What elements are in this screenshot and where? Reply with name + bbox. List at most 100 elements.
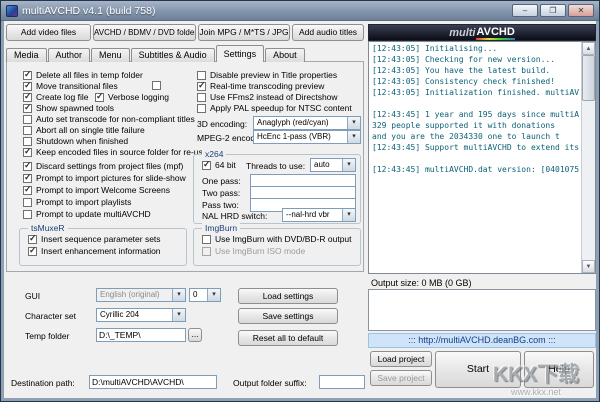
load-project-button[interactable]: Load project: [370, 351, 432, 367]
checkbox-insert-sequence-parameter-sets[interactable]: Insert sequence parameter sets: [28, 233, 161, 244]
checkbox-abort-on-failure[interactable]: Abort all on single title failure: [23, 125, 145, 135]
title-bar[interactable]: multiAVCHD v4.1 (build 758) – ❐ ✕: [1, 1, 599, 21]
log-scrollbar[interactable]: ▲ ▼: [581, 42, 595, 273]
chevron-down-icon[interactable]: ▾: [342, 209, 355, 221]
checkbox-move-transitional-files[interactable]: Move transitional files: [23, 80, 118, 91]
output-suffix-input[interactable]: [319, 375, 365, 389]
3d-encoding-select[interactable]: Anaglyph (red/cyan) ▾: [253, 116, 361, 130]
checkbox-label: Move transitional files: [36, 81, 118, 91]
checkbox-box: [197, 92, 206, 102]
checkbox-box: [28, 233, 37, 244]
checkbox-disable-preview[interactable]: Disable preview in Title properties: [197, 70, 337, 80]
progress-area: [368, 289, 596, 331]
checkbox-label: Prompt to import Welcome Screens: [36, 185, 170, 195]
checkbox-label: Insert sequence parameter sets: [41, 234, 161, 244]
mpeg2-encoder-select[interactable]: HcEnc 1-pass (VBR) ▾: [253, 130, 361, 144]
tab-menu[interactable]: Menu: [91, 48, 130, 62]
checkbox-prompt-import-welcome-screens[interactable]: Prompt to import Welcome Screens: [23, 184, 170, 195]
checkbox-label: Delete all files in temp folder: [36, 70, 143, 80]
checkbox-pal-speedup[interactable]: Apply PAL speedup for NTSC content: [197, 103, 352, 113]
temp-folder-input[interactable]: [96, 328, 186, 342]
checkbox-imgburn-iso-mode: Use ImgBurn ISO mode: [202, 246, 305, 256]
load-settings-button[interactable]: Load settings: [238, 288, 338, 304]
checkbox-label: Insert enhancement information: [41, 246, 161, 256]
save-project-button[interactable]: Save project: [370, 370, 432, 386]
imgburn-group-label: ImgBurn: [202, 223, 241, 233]
temp-folder-browse-button[interactable]: ...: [188, 328, 202, 342]
add-video-files-button[interactable]: Add video files: [6, 24, 91, 41]
log-line: [12:43:05] Checking for new version...: [372, 55, 556, 64]
pass-two-label: Pass two:: [202, 200, 239, 210]
add-audio-titles-button[interactable]: Add audio titles: [292, 24, 364, 41]
checkbox-create-log-file[interactable]: Create log file: [23, 91, 89, 102]
checkbox-box: [23, 160, 32, 171]
checkbox-label: Create log file: [36, 92, 89, 102]
log-line: [12:43:05] Initialising...: [372, 44, 498, 53]
logo-multi-text: multi: [449, 26, 476, 39]
checkbox-box: [197, 80, 206, 91]
maximize-button-icon[interactable]: ❐: [540, 4, 566, 17]
checkbox-prompt-update-multiavchd[interactable]: Prompt to update multiAVCHD: [23, 209, 151, 219]
save-settings-button[interactable]: Save settings: [238, 308, 338, 324]
gui-language-select[interactable]: English (original) ▾: [96, 288, 186, 302]
nal-hrd-select[interactable]: --nal-hrd vbr ▾: [282, 208, 356, 222]
close-button-icon[interactable]: ✕: [568, 4, 594, 17]
tab-media[interactable]: Media: [6, 48, 47, 62]
checkbox-64bit[interactable]: 64 bit: [202, 159, 236, 170]
checkbox-box: [23, 69, 32, 80]
checkbox-discard-project-settings[interactable]: Discard settings from project files (mpf…: [23, 160, 183, 171]
checkbox-label: Show spawned tools: [36, 103, 114, 113]
mpeg2-encoder-value: HcEnc 1-pass (VBR): [257, 132, 331, 141]
chevron-down-icon[interactable]: ▾: [172, 289, 185, 301]
checkbox-keep-encoded-files[interactable]: Keep encoded files in source folder for …: [23, 146, 208, 157]
threads-select[interactable]: auto ▾: [310, 158, 356, 172]
checkbox-realtime-preview[interactable]: Real-time transcoding preview: [197, 80, 325, 91]
chevron-down-icon[interactable]: ▾: [347, 131, 360, 143]
checkbox-shutdown-when-finished[interactable]: Shutdown when finished: [23, 136, 128, 146]
join-mpg-button[interactable]: Join MPG / M*TS / JPG: [198, 24, 290, 41]
checkbox-prompt-import-pictures[interactable]: Prompt to import pictures for slide-show: [23, 172, 186, 183]
start-button[interactable]: Start: [435, 351, 521, 388]
tab-about[interactable]: About: [265, 48, 305, 62]
checkbox-auto-set-transcode[interactable]: Auto set transcode for non-compliant tit…: [23, 114, 195, 124]
checkbox-label: Abort all on single title failure: [36, 125, 145, 135]
checkbox-insert-enhancement-information[interactable]: Insert enhancement information: [28, 245, 161, 256]
gui-number-select[interactable]: 0 ▾: [189, 288, 221, 302]
reset-defaults-button[interactable]: Reset all to default: [238, 330, 338, 346]
checkbox-box: [23, 114, 32, 124]
temp-folder-label: Temp folder: [25, 331, 70, 341]
log-output[interactable]: [12:43:05] Initialising... [12:43:05] Ch…: [368, 41, 596, 274]
x264-group-label: x264: [202, 149, 227, 159]
scrollbar-thumb[interactable]: [582, 55, 595, 101]
checkbox-use-imgburn[interactable]: Use ImgBurn with DVD/BD-R output: [202, 234, 352, 244]
character-set-select[interactable]: Cyrillic 204 ▾: [96, 308, 186, 322]
destination-path-input[interactable]: [89, 375, 217, 389]
chevron-down-icon[interactable]: ▾: [342, 159, 355, 171]
chevron-down-icon[interactable]: ▾: [172, 309, 185, 321]
checkbox-use-ffms2[interactable]: Use FFms2 instead of Directshow: [197, 92, 338, 102]
checkbox-delete-temp-files[interactable]: Delete all files in temp folder: [23, 69, 143, 80]
help-button[interactable]: Help: [524, 351, 594, 388]
minimize-button-icon[interactable]: –: [512, 4, 538, 17]
tab-subtitles-audio[interactable]: Subtitles & Audio: [130, 48, 215, 62]
scroll-down-icon[interactable]: ▼: [582, 260, 595, 273]
website-link[interactable]: ::: http://multiAVCHD.deanBG.com :::: [368, 333, 596, 348]
checkbox-move-transitional-extra[interactable]: [152, 81, 161, 90]
checkbox-box: [197, 70, 206, 80]
output-size-label: Output size: 0 MB (0 GB): [371, 278, 472, 288]
tab-settings[interactable]: Settings: [215, 45, 265, 62]
scroll-up-icon[interactable]: ▲: [582, 42, 595, 55]
one-pass-label: One pass:: [202, 176, 241, 186]
chevron-down-icon[interactable]: ▾: [347, 117, 360, 129]
avchd-bdmv-dvd-folders-button[interactable]: AVCHD / BDMV / DVD folders: [93, 24, 196, 41]
tab-author[interactable]: Author: [47, 48, 91, 62]
checkbox-label: Real-time transcoding preview: [210, 81, 325, 91]
checkbox-show-spawned-tools[interactable]: Show spawned tools: [23, 102, 114, 113]
window-title: multiAVCHD v4.1 (build 758): [22, 4, 156, 17]
chevron-down-icon[interactable]: ▾: [207, 289, 220, 301]
checkbox-prompt-import-playlists[interactable]: Prompt to import playlists: [23, 197, 131, 207]
checkbox-verbose-logging[interactable]: Verbose logging: [95, 91, 169, 102]
checkbox-box: [23, 80, 32, 91]
checkbox-label: Prompt to import pictures for slide-show: [36, 173, 186, 183]
